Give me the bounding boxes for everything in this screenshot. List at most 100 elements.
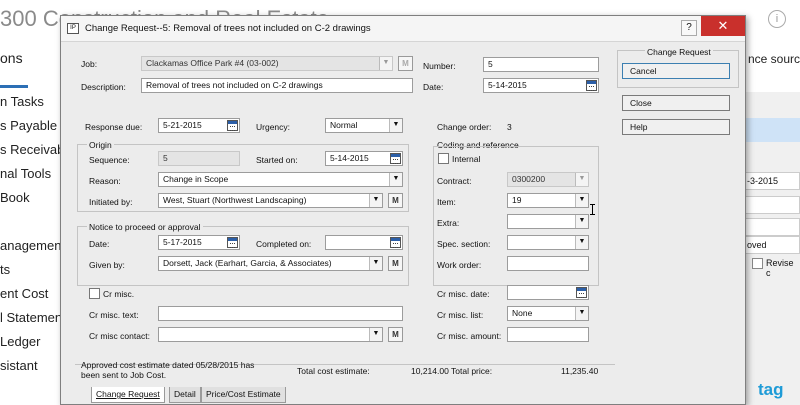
tab-price-cost-estimate[interactable]: Price/Cost Estimate (201, 387, 286, 403)
close-button[interactable]: Close (622, 95, 730, 111)
urgency-select[interactable]: Normal ▼ (325, 118, 403, 133)
close-icon[interactable]: ✕ (701, 16, 745, 36)
number-field[interactable]: 5 (483, 57, 599, 72)
reason-label: Reason: (89, 176, 121, 186)
response-due-field[interactable]: 5-21-2015 (158, 118, 240, 133)
chevron-down-icon[interactable]: ▼ (369, 257, 382, 270)
chevron-down-icon[interactable]: ▼ (575, 173, 588, 186)
spec-section-select[interactable]: ▼ (507, 235, 589, 250)
chevron-down-icon[interactable]: ▼ (379, 57, 392, 70)
lookup-icon[interactable]: M (388, 256, 403, 271)
chevron-down-icon[interactable]: ▼ (575, 194, 588, 207)
chevron-down-icon[interactable]: ▼ (575, 215, 588, 228)
cr-misc-amount-field[interactable] (507, 327, 589, 342)
completed-on-label: Completed on: (256, 239, 312, 249)
sequence-field: 5 (158, 151, 240, 166)
cancel-button[interactable]: Cancel (622, 63, 730, 79)
bg-status-field[interactable]: oved (744, 236, 800, 254)
chevron-down-icon[interactable]: ▼ (389, 119, 402, 132)
reason-select[interactable]: Change in Scope ▼ (158, 172, 403, 187)
urgency-value: Normal (330, 120, 358, 130)
total-price-value: 11,235.40 (561, 366, 599, 376)
description-label: Description: (81, 82, 126, 92)
started-on-field[interactable]: 5-14-2015 (325, 151, 403, 166)
completed-on-field[interactable] (325, 235, 403, 250)
notice-date-value: 5-17-2015 (163, 237, 202, 247)
cr-misc-amount-label: Cr misc. amount: (437, 331, 502, 341)
cr-misc-date-field[interactable] (507, 285, 589, 300)
response-due-label: Response due: (85, 122, 143, 132)
dialog-titlebar: IP Change Request--5: Removal of trees n… (61, 16, 745, 42)
started-on-label: Started on: (256, 155, 298, 165)
chevron-down-icon[interactable]: ▼ (369, 328, 382, 341)
cr-misc-contact-label: Cr misc contact: (89, 331, 150, 341)
lookup-icon[interactable]: M (398, 56, 413, 71)
item-label: Item: (437, 197, 456, 207)
work-order-label: Work order: (437, 260, 482, 270)
cr-misc-list-select[interactable]: None ▼ (507, 306, 589, 321)
description-field[interactable]: Removal of trees not included on C-2 dra… (141, 78, 413, 93)
number-label: Number: (423, 61, 456, 71)
dialog-title: Change Request--5: Removal of trees not … (85, 23, 371, 34)
calendar-icon[interactable] (390, 153, 401, 164)
given-by-value: Dorsett, Jack (Earhart, Garcia, & Associ… (163, 258, 332, 268)
calendar-icon[interactable] (390, 237, 401, 248)
work-order-field[interactable] (507, 256, 589, 271)
notice-date-field[interactable]: 5-17-2015 (158, 235, 240, 250)
bg-revise-checkbox[interactable] (752, 258, 763, 269)
cr-misc-checkbox[interactable] (89, 288, 100, 299)
item-value: 19 (512, 195, 522, 205)
initiated-by-select[interactable]: West, Stuart (Northwest Landscaping) ▼ (158, 193, 383, 208)
info-icon[interactable]: i (768, 10, 786, 28)
cr-misc-text-field[interactable] (158, 306, 403, 321)
app-tab-label[interactable]: ons (0, 50, 23, 66)
calendar-icon[interactable] (227, 120, 238, 131)
total-price-label: Total price: (451, 366, 493, 376)
app-icon: IP (67, 23, 79, 34)
cr-misc-list-value: None (512, 308, 533, 318)
calendar-icon[interactable] (227, 237, 238, 248)
text-cursor-icon (590, 204, 595, 215)
chevron-down-icon[interactable]: ▼ (369, 194, 382, 207)
bg-field[interactable] (744, 196, 800, 214)
date-field[interactable]: 5-14-2015 (483, 78, 599, 93)
cr-misc-date-label: Cr misc. date: (437, 289, 490, 299)
reason-value: Change in Scope (163, 174, 229, 184)
origin-group-title: Origin (87, 140, 114, 150)
tab-detail[interactable]: Detail (169, 387, 201, 403)
item-select[interactable]: 19 ▼ (507, 193, 589, 208)
lookup-icon[interactable]: M (388, 193, 403, 208)
bg-field[interactable] (744, 218, 800, 236)
contract-field[interactable]: 0300200 ▼ (507, 172, 589, 187)
help-icon[interactable]: ? (681, 20, 697, 36)
internal-label: Internal (452, 154, 481, 164)
job-value: Clackamas Office Park #4 (03-002) (146, 58, 279, 68)
extra-label: Extra: (437, 218, 460, 228)
tab-change-request[interactable]: Change Request (91, 387, 165, 403)
calendar-icon[interactable] (586, 80, 597, 91)
date-value: 5-14-2015 (488, 80, 527, 90)
given-by-select[interactable]: Dorsett, Jack (Earhart, Garcia, & Associ… (158, 256, 383, 271)
cr-misc-list-label: Cr misc. list: (437, 310, 484, 320)
change-order-label: Change order: (437, 122, 492, 132)
total-cost-value: 10,214.00 (411, 366, 449, 376)
lookup-icon[interactable]: M (388, 327, 403, 342)
notice-date-label: Date: (89, 239, 110, 249)
bg-revise-label: Revise c (766, 258, 794, 278)
job-label: Job: (81, 59, 98, 69)
chevron-down-icon[interactable]: ▼ (389, 173, 402, 186)
bg-date-field[interactable]: -3-2015 (744, 172, 800, 190)
job-field[interactable]: Clackamas Office Park #4 (03-002) ▼ (141, 56, 393, 71)
chevron-down-icon[interactable]: ▼ (575, 307, 588, 320)
chevron-down-icon[interactable]: ▼ (575, 236, 588, 249)
response-due-value: 5-21-2015 (163, 120, 202, 130)
internal-checkbox[interactable] (438, 153, 449, 164)
calendar-icon[interactable] (576, 287, 587, 298)
extra-select[interactable]: ▼ (507, 214, 589, 229)
total-cost-label: Total cost estimate: (297, 366, 370, 376)
help-button[interactable]: Help (622, 119, 730, 135)
cr-misc-contact-select[interactable]: ▼ (158, 327, 383, 342)
app-tab-underline (0, 85, 28, 88)
initiated-by-value: West, Stuart (Northwest Landscaping) (163, 195, 307, 205)
date-label: Date: (423, 82, 444, 92)
